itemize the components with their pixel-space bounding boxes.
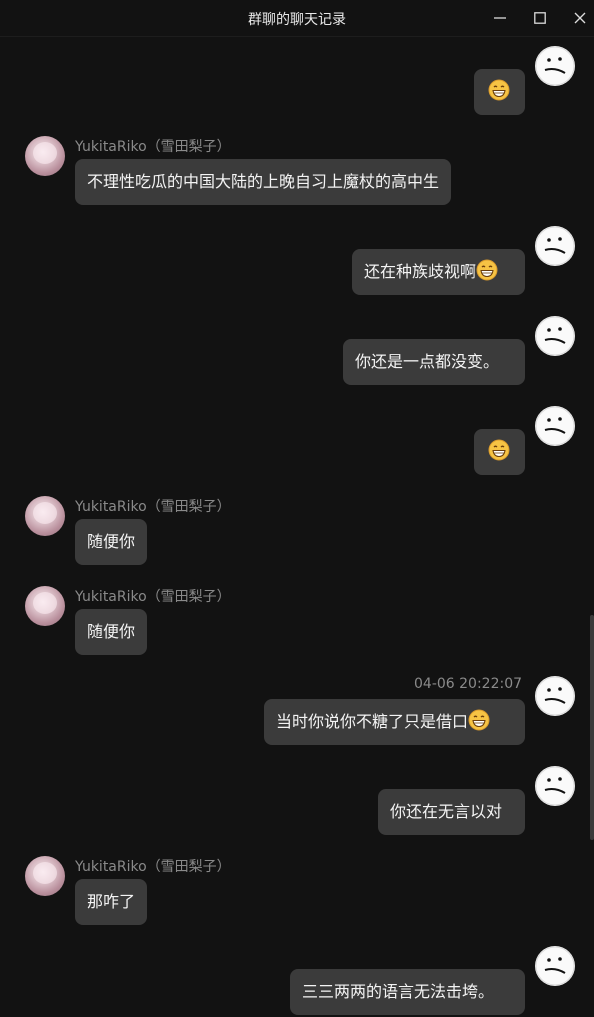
peer-avatar[interactable]	[25, 586, 65, 626]
peer-avatar[interactable]	[25, 496, 65, 536]
message-text: 当时你说你不糖了只是借口	[276, 712, 469, 731]
maximize-button[interactable]	[520, 0, 560, 36]
maximize-icon	[534, 12, 546, 24]
peer-avatar[interactable]	[25, 136, 65, 176]
close-button[interactable]	[560, 0, 594, 36]
self-avatar[interactable]	[535, 406, 575, 446]
message-bubble[interactable]: 还在种族歧视啊	[352, 249, 525, 295]
self-avatar[interactable]	[535, 316, 575, 356]
message-bubble[interactable]: 随便你	[75, 609, 148, 655]
peer-avatar[interactable]	[25, 856, 65, 896]
sender-name: YukitaRiko（雪田梨子）	[75, 499, 231, 515]
message-bubble[interactable]: 你还是一点都没变。	[343, 339, 525, 385]
message-bubble[interactable]: 不理性吃瓜的中国大陆的上晚自习上魔杖的高中生	[75, 159, 452, 205]
message-bubble[interactable]: 三三两两的语言无法击垮。	[290, 969, 525, 1015]
sender-name: YukitaRiko（雪田梨子）	[75, 589, 231, 605]
grinning-face-icon	[476, 259, 498, 281]
scrollbar-thumb[interactable]	[590, 615, 594, 840]
self-avatar[interactable]	[535, 766, 575, 806]
message-timestamp: 04-06 20:22:07	[414, 676, 523, 692]
self-avatar[interactable]	[535, 46, 575, 86]
message-bubble[interactable]: 你还在无言以对	[378, 789, 525, 835]
message-bubble[interactable]: 随便你	[75, 519, 148, 565]
minimize-icon	[494, 17, 506, 19]
grinning-face-icon	[488, 439, 510, 461]
minimize-button[interactable]	[480, 0, 520, 36]
message-bubble[interactable]	[474, 429, 525, 475]
grinning-face-icon	[468, 709, 490, 731]
message-bubble[interactable]: 那咋了	[75, 879, 148, 925]
self-avatar[interactable]	[535, 676, 575, 716]
close-icon	[574, 12, 586, 24]
message-text: 还在种族歧视啊	[364, 262, 477, 281]
sender-name: YukitaRiko（雪田梨子）	[75, 859, 231, 875]
message-bubble[interactable]: 当时你说你不糖了只是借口	[264, 699, 525, 745]
grinning-face-icon	[488, 79, 510, 101]
title-bar: 群聊的聊天记录	[0, 0, 594, 37]
self-avatar[interactable]	[535, 946, 575, 986]
message-bubble[interactable]	[474, 69, 525, 115]
sender-name: YukitaRiko（雪田梨子）	[75, 139, 231, 155]
self-avatar[interactable]	[535, 226, 575, 266]
